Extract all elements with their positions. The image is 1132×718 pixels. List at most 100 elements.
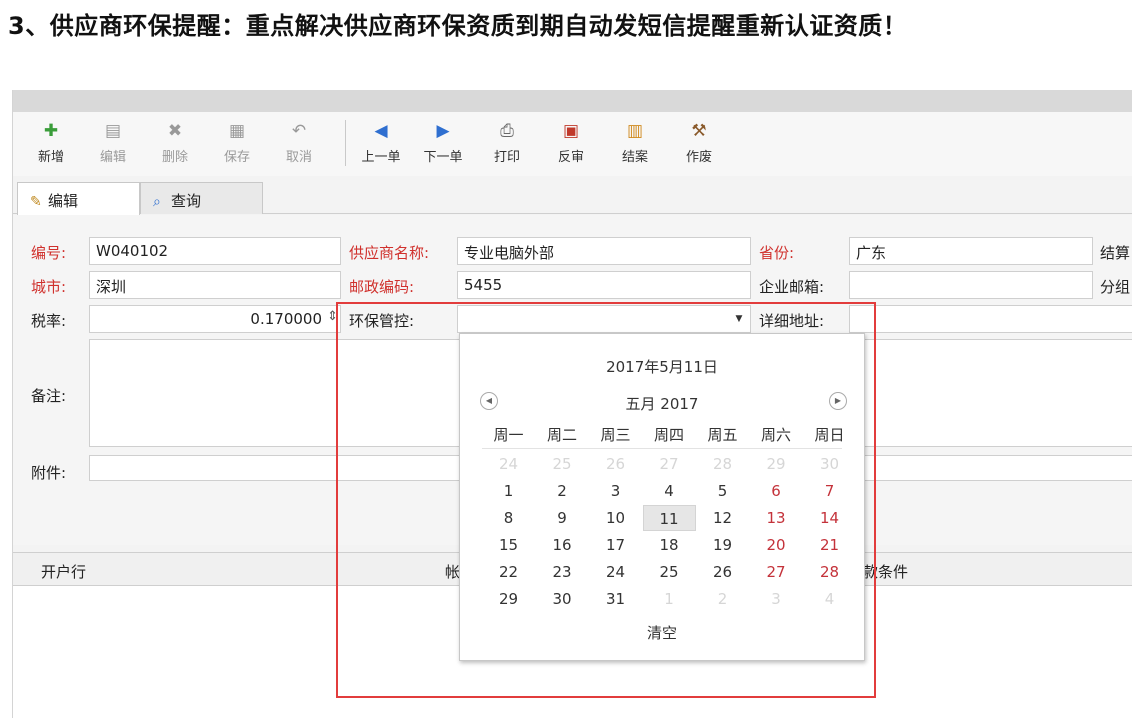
calendar-day[interactable]: 14	[803, 505, 856, 531]
calendar-day[interactable]: 23	[536, 559, 589, 585]
calendar-day[interactable]: 16	[536, 532, 589, 558]
calendar-today-text[interactable]: 2017年5月11日	[460, 356, 864, 377]
calendar-day[interactable]: 19	[696, 532, 749, 558]
weekday-header: 周二	[546, 426, 577, 444]
province-label: 省份:	[759, 244, 795, 262]
calendar-day[interactable]: 7	[803, 478, 856, 504]
attachment-label: 附件:	[31, 464, 67, 482]
calendar-day[interactable]: 29	[750, 451, 803, 477]
calendar-day[interactable]: 10	[589, 505, 642, 531]
supplier-name-label: 供应商名称:	[349, 244, 430, 262]
tab-edit[interactable]: ✎ 编辑	[17, 182, 140, 215]
code-field[interactable]: W040102	[89, 237, 341, 265]
toolbar-button-label: 下一单	[423, 150, 463, 165]
calendar-day[interactable]: 4	[803, 586, 856, 612]
remark-label: 备注:	[31, 387, 67, 405]
toolbar-button-2[interactable]: ✖ 删除	[147, 118, 203, 168]
toolbar-button-label: 作废	[685, 150, 712, 165]
calendar-day[interactable]: 3	[589, 478, 642, 504]
calendar-day[interactable]: 30	[803, 451, 856, 477]
tab-query[interactable]: ⌕ 查询	[140, 182, 263, 214]
add-doc-icon: ✚	[43, 121, 59, 141]
void-hammer-icon: ⚒	[691, 121, 707, 141]
calendar-day[interactable]: 28	[696, 451, 749, 477]
calendar-day[interactable]: 8	[482, 505, 535, 531]
supplier-name-field[interactable]: 专业电脑外部	[457, 237, 751, 265]
calendar-day[interactable]: 13	[750, 505, 803, 531]
toolbar-button-label: 反审	[557, 150, 584, 165]
tab-bar: ✎ 编辑 ⌕ 查询	[13, 176, 1132, 215]
calendar-day[interactable]: 27	[750, 559, 803, 585]
calendar-day[interactable]: 17	[589, 532, 642, 558]
toolbar-button-3[interactable]: ▦ 保存	[209, 118, 265, 168]
calendar-day[interactable]: 24	[589, 559, 642, 585]
date-picker-popup: 2017年5月11日 ◀ 五月 2017 ▶ 清空 周一 周二 周三 周四 周五 周六 周日…	[459, 333, 865, 661]
toolbar-button-10[interactable]: ⚒ 作废	[671, 118, 727, 168]
address-field[interactable]	[849, 305, 1132, 333]
calendar-day[interactable]: 3	[750, 586, 803, 612]
calendar-day[interactable]: 30	[536, 586, 589, 612]
tax-rate-field[interactable]: 0.170000 ⇕	[89, 305, 341, 333]
toolbar-button-7[interactable]: ⎙ 打印	[479, 118, 535, 168]
calendar-day[interactable]: 1	[482, 478, 535, 504]
toolbar-button-6[interactable]: ▶ 下一单	[415, 118, 471, 168]
calendar-day[interactable]: 18	[643, 532, 696, 558]
toolbar-button-label: 新增	[37, 150, 64, 165]
postcode-field[interactable]: 5455	[457, 271, 751, 299]
toolbar-button-label: 编辑	[99, 150, 126, 165]
weekday-header: 周三	[600, 426, 631, 444]
calendar-day[interactable]: 26	[696, 559, 749, 585]
calendar-day[interactable]: 28	[803, 559, 856, 585]
toolbar-button-0[interactable]: ✚ 新增	[23, 118, 79, 168]
calendar-day[interactable]: 21	[803, 532, 856, 558]
delete-icon: ✖	[167, 121, 183, 141]
magnifier-icon: ⌕	[153, 194, 161, 210]
calendar-day[interactable]: 20	[750, 532, 803, 558]
postcode-label: 邮政编码:	[349, 278, 415, 296]
grid-col-bank[interactable]: 开户行	[41, 561, 86, 582]
city-field[interactable]: 深圳	[89, 271, 341, 299]
tax-rate-label: 税率:	[31, 312, 67, 330]
calendar-day[interactable]: 2	[536, 478, 589, 504]
tab-edit-label: 编辑	[48, 192, 79, 210]
calendar-month-title[interactable]: 五月 2017	[460, 393, 864, 414]
calendar-clear-button[interactable]: 清空	[460, 622, 864, 643]
calendar-day[interactable]: 25	[536, 451, 589, 477]
next-month-icon[interactable]: ▶	[829, 392, 847, 410]
toolbar-button-label: 删除	[161, 150, 188, 165]
calendar-day[interactable]: 15	[482, 532, 535, 558]
toolbar-button-4[interactable]: ↶ 取消	[271, 118, 327, 168]
calendar-day[interactable]: 12	[696, 505, 749, 531]
calendar-day[interactable]: 5	[696, 478, 749, 504]
calendar-day[interactable]: 9	[536, 505, 589, 531]
calendar-day-selected[interactable]: 11	[642, 505, 696, 531]
calendar-day[interactable]: 4	[643, 478, 696, 504]
province-field[interactable]: 广东	[849, 237, 1093, 265]
unaudit-icon: ▣	[562, 121, 580, 141]
toolbar-button-8[interactable]: ▣ 反审	[543, 118, 599, 168]
calendar-day[interactable]: 31	[589, 586, 642, 612]
toolbar-button-9[interactable]: ▥ 结案	[607, 118, 663, 168]
toolbar-button-5[interactable]: ◀ 上一单	[353, 118, 409, 168]
toolbar-button-label: 保存	[223, 150, 250, 165]
calendar-day[interactable]: 6	[750, 478, 803, 504]
toolbar-button-label: 结案	[621, 150, 648, 165]
city-label: 城市:	[31, 278, 67, 296]
calendar-day[interactable]: 1	[643, 586, 696, 612]
calendar-day[interactable]: 29	[482, 586, 535, 612]
toolbar-button-label: 取消	[285, 150, 312, 165]
company-email-field[interactable]	[849, 271, 1093, 299]
calendar-day[interactable]: 24	[482, 451, 535, 477]
calendar-day[interactable]: 26	[589, 451, 642, 477]
calendar-day[interactable]: 25	[643, 559, 696, 585]
prev-record-icon: ◀	[374, 121, 388, 141]
toolbar-separator	[345, 120, 346, 166]
undo-icon: ↶	[291, 121, 307, 141]
calendar-day[interactable]: 2	[696, 586, 749, 612]
next-record-icon: ▶	[436, 121, 450, 141]
window-titlebar	[13, 90, 1132, 112]
calendar-day[interactable]: 27	[643, 451, 696, 477]
calendar-day[interactable]: 22	[482, 559, 535, 585]
close-case-icon: ▥	[626, 121, 644, 141]
toolbar-button-1[interactable]: ▤ 编辑	[85, 118, 141, 168]
